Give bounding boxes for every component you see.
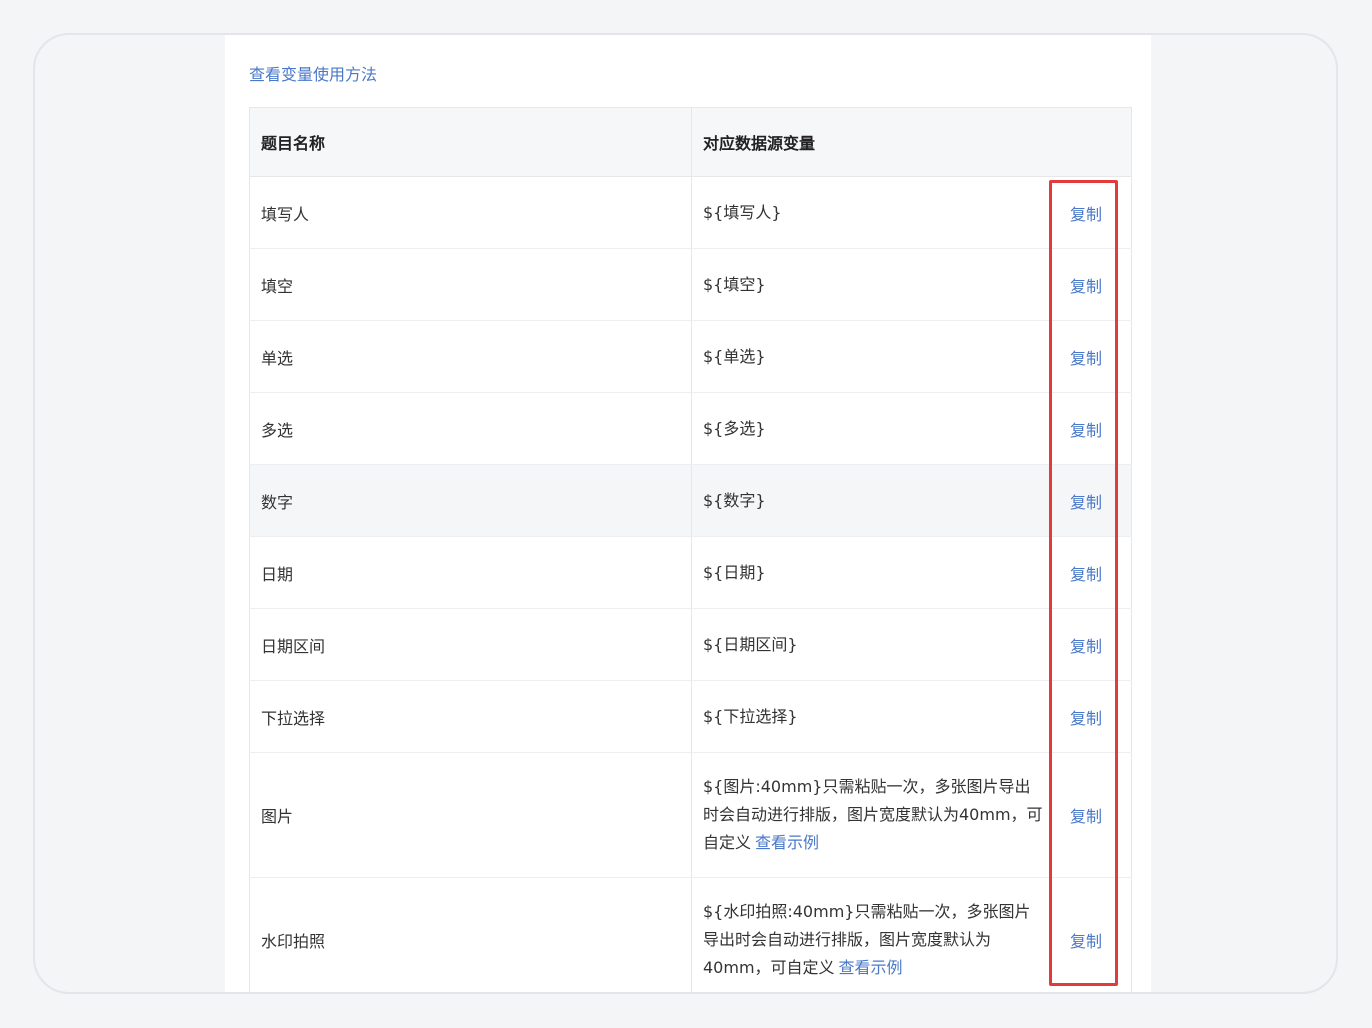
table-row: 水印拍照 ${水印拍照:40mm}只需粘贴一次，多张图片导出时会自动进行排版，图… — [249, 877, 1132, 992]
table-row: 日期区间 ${日期区间} 复制 — [249, 608, 1132, 681]
variable-cell: ${日期区间} 复制 — [691, 608, 1132, 681]
question-name-cell: 水印拍照 — [249, 877, 692, 992]
variable-cell: ${单选} 复制 — [691, 320, 1132, 393]
variable-cell: ${数字} 复制 — [691, 464, 1132, 537]
copy-button[interactable]: 复制 — [1052, 345, 1120, 369]
question-name-cell: 图片 — [249, 752, 692, 878]
variable-text: ${日期区间} — [703, 634, 798, 654]
question-name-cell: 单选 — [249, 320, 692, 393]
copy-button[interactable]: 复制 — [1052, 561, 1120, 585]
content-panel: 查看变量使用方法 题目名称 对应数据源变量 填写人 ${填写人} 复制 填空 $… — [225, 35, 1151, 992]
table-row: 图片 ${图片:40mm}只需粘贴一次，多张图片导出时会自动进行排版，图片宽度默… — [249, 752, 1132, 878]
copy-button[interactable]: 复制 — [1052, 201, 1120, 225]
copy-button[interactable]: 复制 — [1052, 417, 1120, 441]
copy-button[interactable]: 复制 — [1052, 928, 1120, 952]
variable-text: ${图片:40mm}只需粘贴一次，多张图片导出时会自动进行排版，图片宽度默认为4… — [703, 777, 1043, 852]
view-example-link[interactable]: 查看示例 — [839, 958, 903, 977]
window-frame: 查看变量使用方法 题目名称 对应数据源变量 填写人 ${填写人} 复制 填空 $… — [33, 33, 1338, 994]
question-name-cell: 日期 — [249, 536, 692, 609]
copy-button[interactable]: 复制 — [1052, 273, 1120, 297]
question-name-cell: 填写人 — [249, 176, 692, 249]
variable-cell: ${填空} 复制 — [691, 248, 1132, 321]
copy-button[interactable]: 复制 — [1052, 705, 1120, 729]
variable-text: ${填写人} — [703, 202, 782, 222]
variable-text: ${多选} — [703, 418, 766, 438]
variable-text: ${单选} — [703, 346, 766, 366]
question-name-cell: 日期区间 — [249, 608, 692, 681]
variable-cell: ${水印拍照:40mm}只需粘贴一次，多张图片导出时会自动进行排版，图片宽度默认… — [691, 877, 1132, 992]
variable-text: ${日期} — [703, 562, 766, 582]
question-name-cell: 填空 — [249, 248, 692, 321]
variable-table: 题目名称 对应数据源变量 填写人 ${填写人} 复制 填空 ${填空} 复制 单… — [249, 107, 1132, 992]
question-name-cell: 数字 — [249, 464, 692, 537]
variable-cell: ${下拉选择} 复制 — [691, 680, 1132, 753]
variable-cell: ${多选} 复制 — [691, 392, 1132, 465]
table-header-row: 题目名称 对应数据源变量 — [249, 107, 1132, 177]
question-name-cell: 下拉选择 — [249, 680, 692, 753]
table-row: 日期 ${日期} 复制 — [249, 536, 1132, 609]
table-row: 数字 ${数字} 复制 — [249, 464, 1132, 537]
column-header-datasource-variable: 对应数据源变量 — [691, 107, 1132, 177]
table-row: 单选 ${单选} 复制 — [249, 320, 1132, 393]
table-row: 多选 ${多选} 复制 — [249, 392, 1132, 465]
question-name-cell: 多选 — [249, 392, 692, 465]
variable-text: ${数字} — [703, 490, 766, 510]
table-row: 填空 ${填空} 复制 — [249, 248, 1132, 321]
column-header-question-name: 题目名称 — [249, 107, 692, 177]
variable-cell: ${图片:40mm}只需粘贴一次，多张图片导出时会自动进行排版，图片宽度默认为4… — [691, 752, 1132, 878]
variable-description: ${图片:40mm}只需粘贴一次，多张图片导出时会自动进行排版，图片宽度默认为4… — [703, 773, 1045, 857]
view-variable-usage-link[interactable]: 查看变量使用方法 — [249, 61, 377, 85]
variable-cell: ${填写人} 复制 — [691, 176, 1132, 249]
variable-text: ${填空} — [703, 274, 766, 294]
table-row: 下拉选择 ${下拉选择} 复制 — [249, 680, 1132, 753]
view-example-link[interactable]: 查看示例 — [755, 833, 819, 852]
copy-button[interactable]: 复制 — [1052, 803, 1120, 827]
variable-text: ${下拉选择} — [703, 706, 798, 726]
copy-button[interactable]: 复制 — [1052, 633, 1120, 657]
table-row: 填写人 ${填写人} 复制 — [249, 176, 1132, 249]
variable-description: ${水印拍照:40mm}只需粘贴一次，多张图片导出时会自动进行排版，图片宽度默认… — [703, 898, 1045, 982]
copy-button[interactable]: 复制 — [1052, 489, 1120, 513]
variable-cell: ${日期} 复制 — [691, 536, 1132, 609]
